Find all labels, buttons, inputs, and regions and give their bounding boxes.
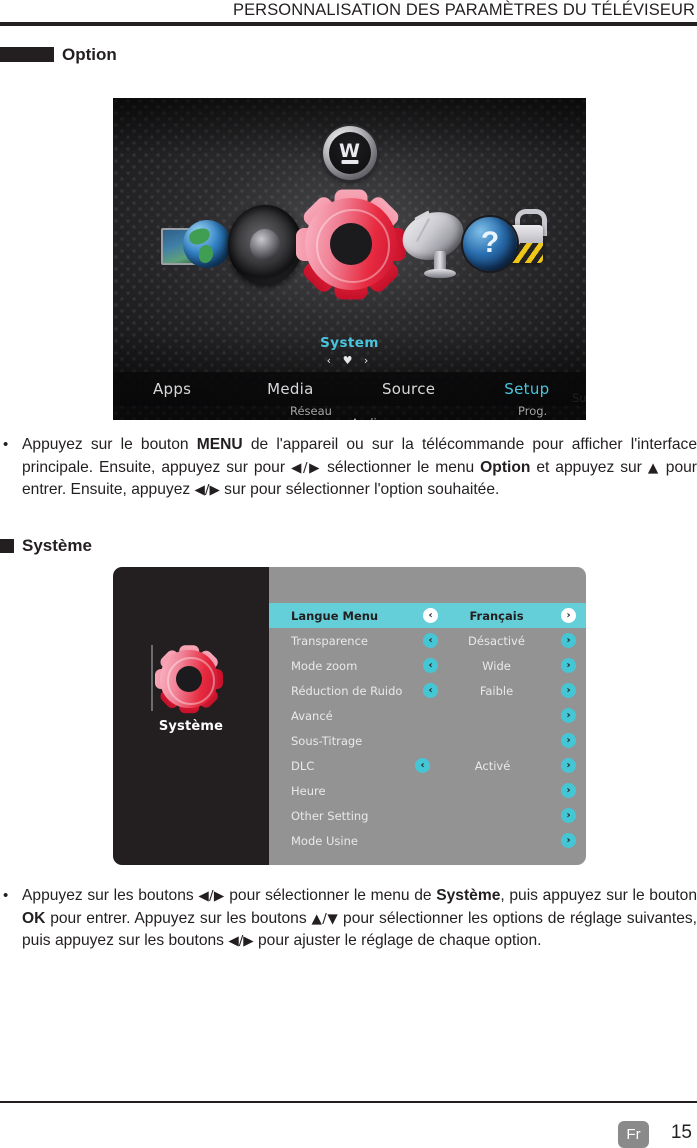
prog-icon-label: Prog.: [518, 404, 548, 418]
chevron-right-icon[interactable]: ›: [561, 658, 576, 673]
heading-marker-icon: [0, 538, 14, 553]
chevron-left-icon[interactable]: ‹: [423, 658, 438, 673]
selected-menu-indicator: System ‹ ♥ ›: [113, 335, 586, 367]
chevron-left-icon[interactable]: ‹: [415, 758, 430, 773]
chevron-right-icon[interactable]: ›: [561, 683, 576, 698]
system-menu-row-value: Faible: [479, 683, 514, 698]
chevron-right-icon[interactable]: ›: [561, 783, 576, 798]
navbar-item-media[interactable]: Media: [231, 380, 349, 398]
tv-home-icon-row: ?: [113, 189, 586, 301]
chevron-right-icon[interactable]: ›: [561, 808, 576, 823]
page-header: PERSONNALISATION DES PARAMÈTRES DU TÉLÉV…: [0, 0, 697, 26]
header-divider: [0, 22, 697, 26]
instruction-paragraph-option: • Appuyez sur le bouton MENU de l'appare…: [0, 434, 697, 502]
chevron-right-icon[interactable]: ›: [561, 608, 576, 623]
instruction-paragraph-option-text: Appuyez sur le bouton MENU de l'appareil…: [22, 436, 697, 498]
section-heading-systeme: Système: [0, 537, 92, 554]
system-menu-row-label: Mode Usine: [291, 833, 358, 848]
westinghouse-logo-icon: W: [322, 126, 377, 180]
instruction-paragraph-systeme: • Appuyez sur les boutons ◀/▶ pour sélec…: [0, 885, 697, 953]
chevron-right-icon[interactable]: ›: [561, 733, 576, 748]
section-heading-option-label: Option: [62, 45, 117, 64]
navbar-item-source[interactable]: Source: [350, 380, 468, 398]
chevron-left-icon[interactable]: ‹: [423, 608, 438, 623]
system-menu-rows: Langue Menu ‹ Français › Transparence ‹ Désact…: [269, 567, 586, 865]
audio-speaker-icon[interactable]: [228, 205, 302, 285]
tv-bottom-navbar: Apps Media Source Setup: [113, 372, 586, 406]
system-menu-row-label: Réduction de Ruido: [291, 683, 403, 698]
chevron-right-icon[interactable]: ›: [561, 633, 576, 648]
chevron-right-icon[interactable]: ›: [561, 758, 576, 773]
chevron-right-icon[interactable]: ›: [561, 833, 576, 848]
system-menu-row[interactable]: Sous-Titrage‹›: [269, 728, 586, 753]
instruction-paragraph-systeme-text: Appuyez sur les boutons ◀/▶ pour sélecti…: [22, 887, 697, 949]
section-heading-option: Option: [0, 46, 117, 63]
bullet-icon: •: [3, 436, 9, 453]
system-gear-icon[interactable]: [296, 189, 406, 299]
chevron-left-icon[interactable]: ‹: [423, 633, 438, 648]
navbar-item-apps[interactable]: Apps: [113, 380, 231, 398]
tv-home-screen-screenshot: W ? Réseau Prog. System ‹ ♥ › Apps Media…: [113, 98, 586, 420]
system-menu-row[interactable]: Other Setting‹›: [269, 803, 586, 828]
system-menu-row-label: Sous-Titrage: [291, 733, 363, 748]
system-menu-row[interactable]: Transparence ‹ Désactivé ›: [269, 628, 586, 653]
system-menu-row-label: Transparence: [291, 633, 368, 648]
selected-menu-label: System: [320, 335, 379, 351]
heading-marker-icon: [0, 47, 54, 62]
support-globe-lock-icon[interactable]: ?: [463, 209, 559, 283]
section-heading-systeme-label: Système: [22, 536, 92, 555]
panel-accent-bar: [151, 645, 153, 711]
system-menu-row-label: Heure: [291, 783, 326, 798]
system-menu-row-value: Français: [469, 608, 524, 623]
system-menu-row[interactable]: DLC ‹ Activé ›: [269, 753, 586, 778]
system-menu-row[interactable]: Mode zoom ‹ Wide ›: [269, 653, 586, 678]
system-menu-row[interactable]: Avancé‹›: [269, 703, 586, 728]
carousel-nav-icon[interactable]: ‹ ♥ ›: [113, 354, 586, 367]
language-badge: Fr: [618, 1121, 649, 1148]
navbar-item-setup[interactable]: Setup: [468, 380, 586, 398]
system-menu-row-label: Mode zoom: [291, 658, 358, 673]
system-menu-row[interactable]: Heure‹›: [269, 778, 586, 803]
page-title: PERSONNALISATION DES PARAMÈTRES DU TÉLÉV…: [232, 1, 695, 19]
system-menu-panel-title: Système: [158, 719, 224, 734]
audio-icon-label: Audio: [351, 416, 384, 420]
system-menu-row[interactable]: Mode Usine‹›: [269, 828, 586, 853]
footer-divider: [0, 1101, 697, 1103]
system-menu-row[interactable]: Réduction de Ruido ‹ Faible ›: [269, 678, 586, 703]
system-menu-row-label: DLC: [291, 758, 315, 773]
reseau-icon-label: Réseau: [290, 404, 332, 418]
page-number: 15: [670, 1122, 692, 1143]
chevron-left-icon[interactable]: ‹: [423, 683, 438, 698]
system-settings-menu-screenshot: Système Langue Menu ‹ Français › Transparenc…: [113, 567, 586, 865]
system-menu-row-label: Langue Menu: [291, 608, 379, 623]
system-menu-row[interactable]: Langue Menu ‹ Français ›: [269, 603, 586, 628]
chevron-right-icon[interactable]: ›: [561, 708, 576, 723]
system-menu-row-value: Désactivé: [468, 633, 525, 648]
system-gear-icon: [155, 645, 223, 714]
system-menu-row-label: Avancé: [291, 708, 333, 723]
system-menu-row-value: Wide: [482, 658, 511, 673]
system-menu-row-value: Activé: [474, 758, 511, 773]
bullet-icon: •: [3, 887, 9, 904]
system-menu-left-panel: Système: [113, 567, 269, 865]
system-menu-row-label: Other Setting: [291, 808, 369, 823]
